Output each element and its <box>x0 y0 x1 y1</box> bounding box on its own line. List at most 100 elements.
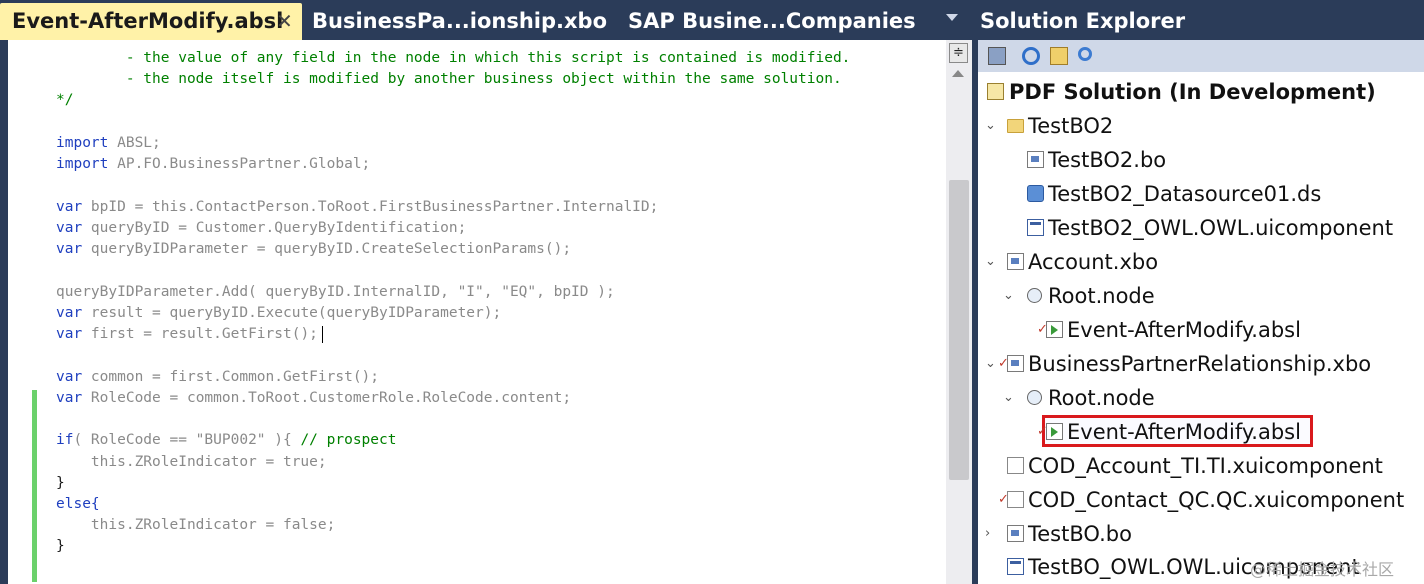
collapse-arrow-icon[interactable]: ⌄ <box>985 245 996 279</box>
tree-node-label: BusinessPartnerRelationship.xbo <box>1028 352 1372 376</box>
tree-node-label: TestBO.bo <box>1028 522 1132 546</box>
tree-node-label: TestBO2_OWL.OWL.uicomponent <box>1048 216 1394 240</box>
code-line: import ABSL; <box>56 133 161 154</box>
tree-node-testbo2-datasource[interactable]: TestBO2_Datasource01.ds <box>985 177 1415 211</box>
tree-node-label: Root.node <box>1048 284 1155 308</box>
solution-explorer-toolbar <box>978 40 1424 72</box>
show-all-files-icon[interactable] <box>1050 47 1068 65</box>
blank-file-icon <box>1007 491 1024 508</box>
tree-node-bpr-root[interactable]: ⌄ Root.node <box>985 381 1415 415</box>
tree-node-bpr-event-selected[interactable]: ✓ Event-AfterModify.absl <box>985 415 1415 449</box>
split-window-icon[interactable]: ≑ <box>949 43 968 63</box>
tab-list-dropdown-icon[interactable] <box>946 14 958 21</box>
node-icon <box>1027 288 1042 303</box>
code-line: var result = queryByID.Execute(queryByID… <box>56 303 501 324</box>
node-icon <box>1027 390 1042 405</box>
code-line: var queryByID = Customer.QueryByIdentifi… <box>56 218 466 239</box>
code-line: var queryByIDParameter = queryByID.Creat… <box>56 239 571 260</box>
datasource-icon <box>1027 185 1044 202</box>
code-line: if( RoleCode == "BUP002" ){ // prospect <box>56 430 396 451</box>
tree-node-label: Root.node <box>1048 386 1155 410</box>
tree-node-label: TestBO2.bo <box>1048 148 1167 172</box>
watermark: @稀土掘金技术社区 <box>1250 560 1395 579</box>
code-token-keyword: import <box>56 135 109 151</box>
code-token-keyword: var <box>56 241 83 257</box>
refresh-icon[interactable] <box>1022 47 1040 65</box>
collapse-arrow-icon[interactable]: ⌄ <box>985 109 996 143</box>
code-token-keyword: var <box>56 220 83 236</box>
bo-file-icon <box>1007 525 1024 542</box>
close-tab-icon[interactable]: ✕ <box>276 3 293 40</box>
code-line: var bpID = this.ContactPerson.ToRoot.Fir… <box>56 197 658 218</box>
code-token: queryByID = Customer.QueryByIdentificati… <box>82 220 467 236</box>
tree-node-testbo2[interactable]: ⌄ TestBO2 <box>985 109 1415 143</box>
scroll-up-arrow-icon[interactable] <box>952 70 964 77</box>
xbo-file-icon <box>1007 253 1024 270</box>
xbo-file-icon <box>1007 355 1024 372</box>
collapse-arrow-icon[interactable]: ⌄ <box>1003 381 1014 415</box>
properties-icon[interactable] <box>988 47 1006 65</box>
code-token: AP.FO.BusinessPartner.Global; <box>108 156 371 172</box>
tree-node-label: TestBO2 <box>1028 114 1114 138</box>
changed-lines-indicator <box>32 425 37 582</box>
code-token-comment: // prospect <box>300 432 397 448</box>
tree-node-label: Event-AfterModify.absl <box>1067 318 1301 342</box>
collapse-arrow-icon[interactable]: ⌄ <box>1003 279 1014 313</box>
code-line: import AP.FO.BusinessPartner.Global; <box>56 154 370 175</box>
script-icon <box>1046 423 1063 440</box>
blank-file-icon <box>1007 457 1024 474</box>
tree-node-cod-account-ti[interactable]: COD_Account_TI.TI.xuicomponent <box>985 449 1415 483</box>
tab-sap-business-companies[interactable]: SAP Busine...Companies <box>628 3 916 40</box>
code-token: bpID = this.ContactPerson.ToRoot.FirstBu… <box>82 199 659 215</box>
code-line: } <box>56 538 65 554</box>
tree-node-label: COD_Contact_QC.QC.xuicomponent <box>1028 488 1405 512</box>
code-token: common = first.Common.GetFirst(); <box>82 369 380 385</box>
text-caret <box>321 325 323 343</box>
tree-node-cod-contact-qc[interactable]: ✓ COD_Contact_QC.QC.xuicomponent <box>985 483 1415 517</box>
script-icon <box>1046 321 1063 338</box>
code-line: var first = result.GetFirst(); <box>56 324 323 345</box>
code-token-keyword: var <box>56 305 83 321</box>
folder-icon <box>1007 119 1024 133</box>
tree-node-label: Account.xbo <box>1028 250 1159 274</box>
code-line: var common = first.Common.GetFirst(); <box>56 367 379 388</box>
code-token-keyword: var <box>56 369 83 385</box>
tab-businesspartnerrelationship[interactable]: BusinessPa...ionship.xbo <box>312 3 607 40</box>
code-line: else{ <box>56 496 100 512</box>
tree-node-label: Event-AfterModify.absl <box>1067 420 1301 444</box>
tree-node-testbo-bo[interactable]: › TestBO.bo <box>985 517 1415 551</box>
tree-node-solution[interactable]: PDF Solution (In Development) <box>985 75 1415 109</box>
tree-node-testbo2-owl[interactable]: TestBO2_OWL.OWL.uicomponent <box>985 211 1415 245</box>
bo-file-icon <box>1027 151 1044 168</box>
ide-window: Event-AfterModify.absl ✕ BusinessPa...io… <box>0 0 1424 584</box>
code-token: ABSL; <box>108 135 161 151</box>
tab-label: Event-AfterModify.absl <box>12 9 284 33</box>
code-line: this.ZRoleIndicator = true; <box>56 454 327 470</box>
code-token-keyword: var <box>56 199 83 215</box>
tree-node-account-root[interactable]: ⌄ Root.node <box>985 279 1415 313</box>
code-token: result = queryByID.Execute(queryByIDPara… <box>82 305 502 321</box>
code-token: queryByIDParameter = queryByID.CreateSel… <box>82 241 572 257</box>
scroll-thumb[interactable] <box>949 180 969 480</box>
code-area[interactable]: - the value of any field in the node in … <box>8 40 946 584</box>
code-line: } <box>56 475 65 491</box>
collapse-arrow-icon[interactable]: ⌄ <box>985 347 996 381</box>
code-token-keyword: import <box>56 156 109 172</box>
tab-event-aftermodify[interactable]: Event-AfterModify.absl ✕ <box>0 3 302 40</box>
solution-explorer-title: Solution Explorer <box>978 0 1424 40</box>
code-editor: Event-AfterModify.absl ✕ BusinessPa...io… <box>0 0 972 584</box>
tree-node-bpr-xbo[interactable]: ⌄ ✓ BusinessPartnerRelationship.xbo <box>985 347 1415 381</box>
expand-arrow-icon[interactable]: › <box>985 517 990 551</box>
tree-node-account-event[interactable]: ✓ Event-AfterModify.absl <box>985 313 1415 347</box>
solution-icon <box>987 83 1004 100</box>
ui-component-icon <box>1007 558 1024 575</box>
tree-node-account-xbo[interactable]: ⌄ Account.xbo <box>985 245 1415 279</box>
code-token: RoleCode = common.ToRoot.CustomerRole.Ro… <box>82 390 572 406</box>
code-token: ( RoleCode == "BUP002" ){ <box>73 432 301 448</box>
find-icon[interactable] <box>1078 47 1092 61</box>
tree-node-testbo2-bo[interactable]: TestBO2.bo <box>985 143 1415 177</box>
tab-label: BusinessPa...ionship.xbo <box>312 9 608 33</box>
tree-node-label: COD_Account_TI.TI.xuicomponent <box>1028 454 1383 478</box>
code-token-keyword: var <box>56 390 83 406</box>
code-token: first = result.GetFirst(); <box>82 326 318 342</box>
